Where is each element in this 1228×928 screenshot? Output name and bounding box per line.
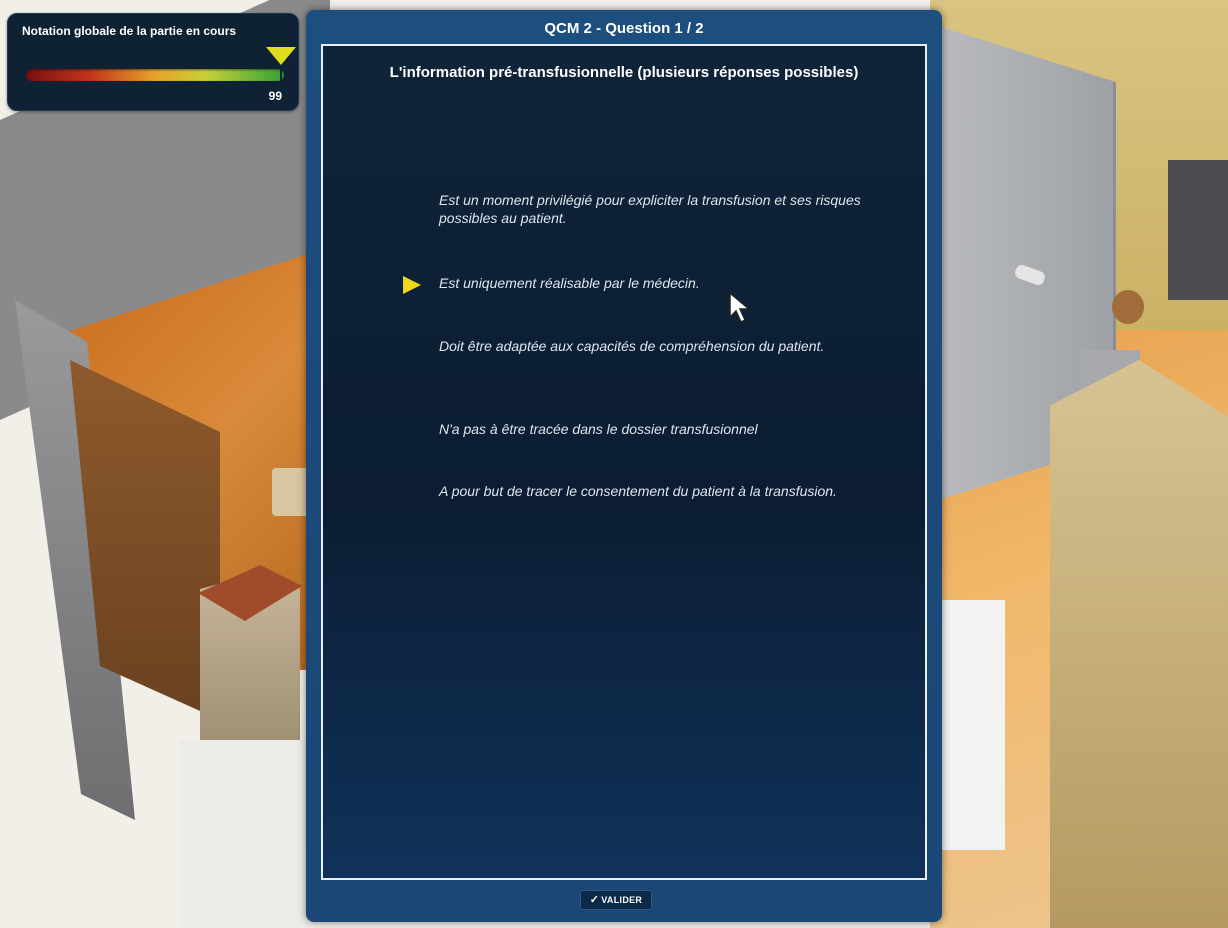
- qcm-dialog: QCM 2 - Question 1 / 2 L'information pré…: [306, 10, 942, 922]
- answer-option-text: Est uniquement réalisable par le médecin…: [439, 275, 700, 291]
- mouse-cursor-icon: [729, 291, 752, 324]
- wall-lock: [1112, 290, 1144, 324]
- answer-option-text: A pour but de tracer le consentement du …: [439, 483, 837, 499]
- room-floor-bottom: [180, 740, 310, 928]
- score-title: Notation globale de la partie en cours: [22, 24, 237, 38]
- room-partition: [1050, 360, 1228, 928]
- score-gradient-bar: [26, 69, 284, 81]
- room-shelf: [1168, 160, 1228, 300]
- selection-arrow-icon: [403, 276, 421, 294]
- dialog-content: L'information pré-transfusionnelle (plus…: [321, 44, 927, 880]
- score-marker-line: [280, 66, 283, 86]
- answer-option-1[interactable]: Est un moment privilégié pour expliciter…: [403, 191, 883, 241]
- score-marker-icon: [266, 47, 297, 65]
- answer-option-2[interactable]: Est uniquement réalisable par le médecin…: [403, 274, 883, 324]
- answer-option-4[interactable]: N'a pas à être tracée dans le dossier tr…: [403, 420, 883, 470]
- answer-option-3[interactable]: Doit être adaptée aux capacités de compr…: [403, 337, 883, 387]
- score-panel: Notation globale de la partie en cours 9…: [7, 13, 299, 111]
- validate-button[interactable]: ✓ VALIDER: [580, 890, 652, 910]
- dialog-title: QCM 2 - Question 1 / 2: [544, 20, 704, 37]
- answer-option-text: N'a pas à être tracée dans le dossier tr…: [439, 421, 758, 437]
- room-floor-tile: [935, 600, 1005, 850]
- answer-option-5[interactable]: A pour but de tracer le consentement du …: [403, 482, 883, 532]
- checkmark-icon: ✓: [589, 894, 600, 906]
- score-value: 99: [268, 89, 282, 103]
- answer-option-text: Est un moment privilégié pour expliciter…: [439, 192, 861, 226]
- answer-option-text: Doit être adaptée aux capacités de compr…: [439, 338, 825, 354]
- validate-label: VALIDER: [601, 895, 643, 905]
- question-text: L'information pré-transfusionnelle (plus…: [389, 64, 859, 81]
